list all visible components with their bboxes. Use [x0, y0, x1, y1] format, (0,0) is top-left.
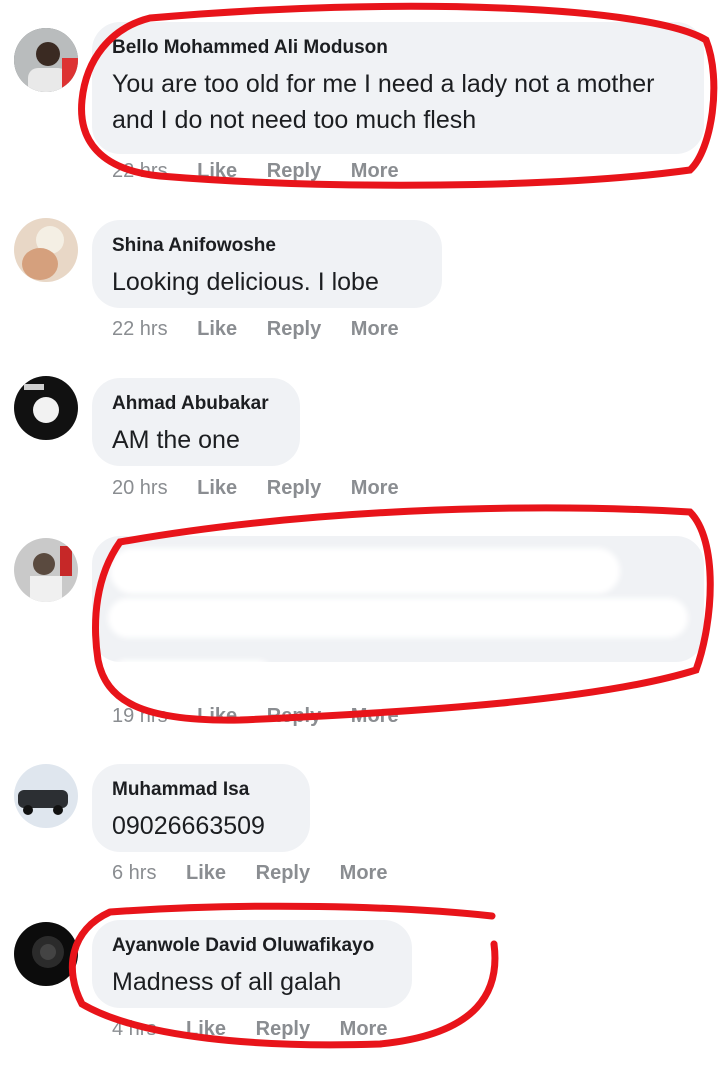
comment-text: 09026663509	[112, 812, 265, 840]
more-button[interactable]: More	[340, 1018, 388, 1041]
comment-actions: 6 hrs Like Reply More	[112, 862, 411, 885]
like-button[interactable]: Like	[197, 705, 237, 728]
redaction-scribble	[108, 598, 688, 638]
comment-time[interactable]: 4 hrs	[112, 1018, 156, 1041]
reply-button[interactable]: Reply	[267, 160, 321, 183]
more-button[interactable]: More	[351, 705, 399, 728]
avatar[interactable]	[14, 218, 78, 282]
comment-text: Looking delicious. I lobe	[112, 268, 379, 296]
comment-actions: 22 hrs Like Reply More	[112, 160, 423, 183]
more-button[interactable]: More	[340, 862, 388, 885]
reply-button[interactable]: Reply	[256, 862, 310, 885]
comment-bubble: Shina Anifowoshe Looking delicious. I lo…	[92, 220, 442, 308]
comment-actions: 22 hrs Like Reply More	[112, 318, 423, 341]
avatar[interactable]	[14, 538, 78, 602]
redaction-scribble	[112, 660, 272, 688]
like-button[interactable]: Like	[186, 862, 226, 885]
comment-author[interactable]: Shina Anifowoshe	[112, 234, 422, 258]
comment-author[interactable]: Bello Mohammed Ali Moduson	[112, 36, 684, 60]
comment-bubble: Bello Mohammed Ali Moduson You are too o…	[92, 22, 704, 154]
comment-bubble: Muhammad Isa 09026663509	[92, 764, 310, 852]
reply-button[interactable]: Reply	[267, 477, 321, 500]
comment-actions: 4 hrs Like Reply More	[112, 1018, 411, 1041]
comment-time[interactable]: 22 hrs	[112, 160, 168, 183]
reply-button[interactable]: Reply	[267, 318, 321, 341]
like-button[interactable]: Like	[197, 477, 237, 500]
comment-time[interactable]: 20 hrs	[112, 477, 168, 500]
more-button[interactable]: More	[351, 160, 399, 183]
avatar[interactable]	[14, 28, 78, 92]
avatar[interactable]	[14, 922, 78, 986]
more-button[interactable]: More	[351, 318, 399, 341]
comment-bubble: Ayanwole David Oluwafikayo Madness of al…	[92, 920, 412, 1008]
comment-text: AM the one	[112, 426, 240, 454]
avatar[interactable]	[14, 376, 78, 440]
comment-text: You are too old for me I need a lady not…	[112, 70, 655, 134]
more-button[interactable]: More	[351, 477, 399, 500]
comment-text: Madness of all galah	[112, 968, 342, 996]
reply-button[interactable]: Reply	[256, 1018, 310, 1041]
comment-author[interactable]: Ayanwole David Oluwafikayo	[112, 934, 392, 958]
redaction-scribble	[110, 548, 620, 594]
reply-button[interactable]: Reply	[267, 705, 321, 728]
like-button[interactable]: Like	[197, 318, 237, 341]
comment-actions: 20 hrs Like Reply More	[112, 477, 423, 500]
comment-bubble: Ahmad Abubakar AM the one	[92, 378, 300, 466]
like-button[interactable]: Like	[197, 160, 237, 183]
comment-time[interactable]: 19 hrs	[112, 705, 168, 728]
like-button[interactable]: Like	[186, 1018, 226, 1041]
comment-time[interactable]: 6 hrs	[112, 862, 156, 885]
comment-author[interactable]: Muhammad Isa	[112, 778, 290, 802]
comment-author[interactable]: Ahmad Abubakar	[112, 392, 280, 416]
comment-time[interactable]: 22 hrs	[112, 318, 168, 341]
avatar[interactable]	[14, 764, 78, 828]
comment-actions: 19 hrs Like Reply More	[112, 705, 423, 728]
